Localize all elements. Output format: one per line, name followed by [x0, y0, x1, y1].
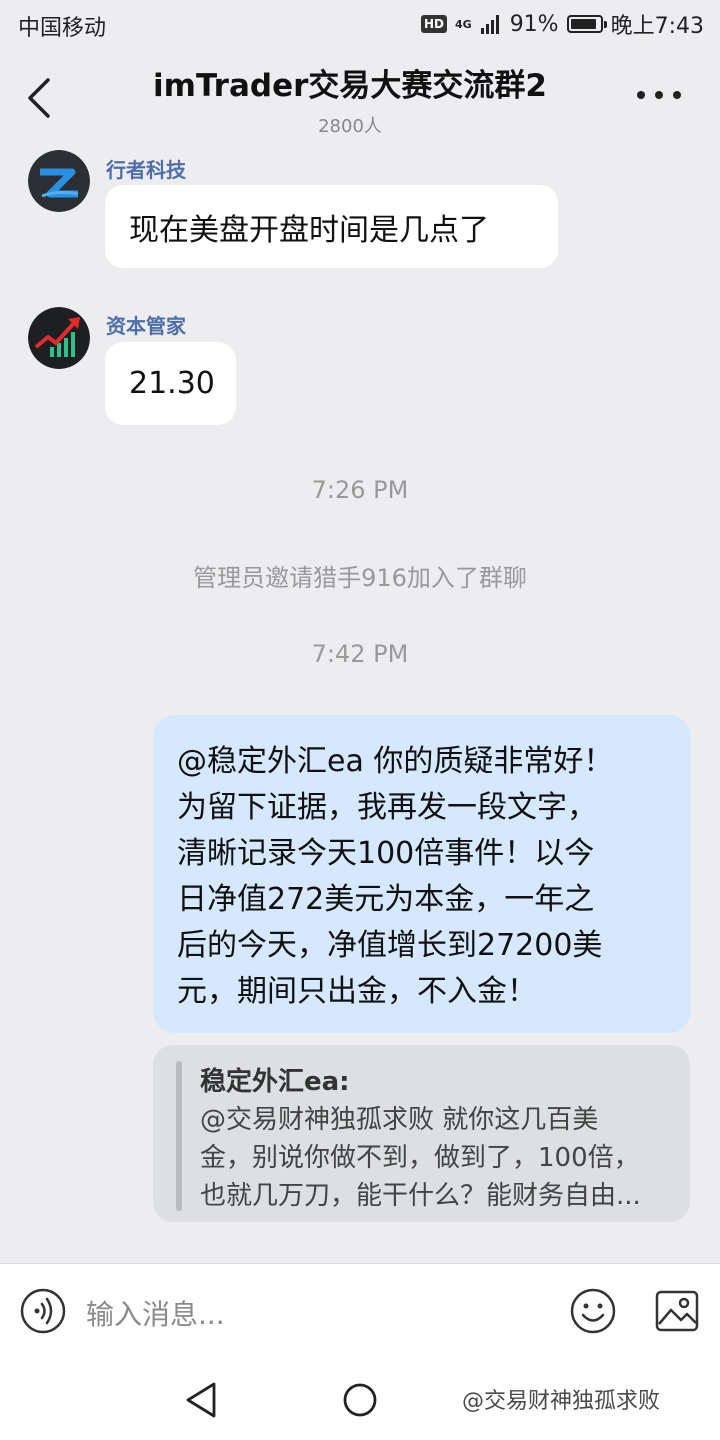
image-picker-icon[interactable] — [655, 1290, 699, 1332]
network-label: 4G — [455, 17, 472, 31]
quote-line: 金，别说你做不到，做到了，100倍， — [200, 1143, 640, 1173]
emoji-icon[interactable] — [570, 1288, 616, 1334]
member-count: 2800人 — [318, 116, 382, 137]
avatar[interactable] — [28, 307, 90, 369]
battery-fill — [570, 19, 596, 29]
message-line: 后的今天，净值增长到27200美 — [177, 928, 603, 963]
message-bubble[interactable]: 现在美盘开盘时间是几点了 — [105, 185, 558, 268]
nav-back-icon[interactable] — [184, 1381, 218, 1419]
voice-input-icon[interactable] — [20, 1288, 66, 1334]
xingzhe-logo-icon — [28, 150, 90, 212]
message-line: @稳定外汇ea 你的质疑非常好！ — [177, 744, 614, 779]
avatar[interactable] — [28, 150, 90, 212]
status-indicators: HD 4G 91% 晚上7:43 — [420, 8, 704, 40]
message-line: 清晰记录今天100倍事件！以今 — [177, 836, 595, 871]
clock: 晚上7:43 — [610, 14, 704, 39]
quote-bar — [176, 1061, 182, 1211]
system-notice: 管理员邀请猎手916加入了群聊 — [193, 564, 527, 592]
message-line: 元，期间只出金，不入金！ — [177, 974, 537, 1009]
quote-line: 也就几万刀，能干什么？能财务自由... — [200, 1181, 641, 1211]
chat-title: imTrader交易大赛交流群2 — [153, 68, 547, 104]
quoted-message[interactable]: 稳定外汇ea: @交易财神独孤求败 就你这几百美 金，别说你做不到，做到了，10… — [153, 1045, 690, 1222]
stock-chart-logo-icon — [28, 307, 90, 369]
carrier-label: 中国移动 — [18, 16, 107, 41]
my-message-bubble[interactable]: @稳定外汇ea 你的质疑非常好！ 为留下证据，我再发一段文字， 清晰记录今天10… — [153, 715, 691, 1033]
watermark: @交易财神独孤求败 — [462, 1389, 661, 1414]
message-line: 日净值272美元为本金，一年之 — [177, 882, 595, 917]
timestamp: 7:42 PM — [311, 640, 409, 668]
hd-badge: HD — [420, 15, 447, 33]
message-line: 为留下证据，我再发一段文字， — [177, 790, 597, 825]
signal-icon — [480, 15, 499, 34]
quote-line: @交易财神独孤求败 就你这几百美 — [200, 1105, 599, 1135]
more-options-icon[interactable] — [632, 82, 686, 108]
back-arrow-icon[interactable] — [22, 70, 70, 126]
quote-author: 稳定外汇ea: — [200, 1067, 350, 1097]
sender-name[interactable]: 行者科技 — [106, 154, 186, 183]
timestamp: 7:26 PM — [311, 476, 409, 504]
battery-icon — [566, 15, 607, 33]
nav-home-icon[interactable] — [343, 1383, 377, 1417]
message-bubble[interactable]: 21.30 — [105, 342, 236, 425]
sender-name[interactable]: 资本管家 — [106, 310, 186, 339]
battery-percent: 91% — [509, 11, 559, 37]
message-input[interactable]: 输入消息... — [86, 1293, 225, 1333]
